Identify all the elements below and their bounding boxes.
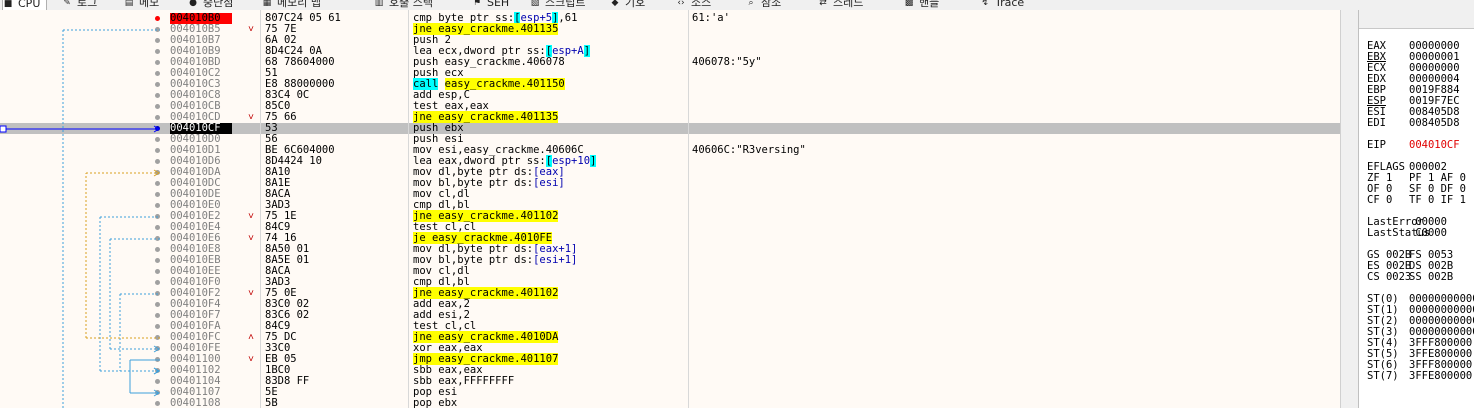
instruction-bytes: 5B [265,397,278,408]
instruction-address: 00401108 [170,397,221,408]
disassembly-scrollbar[interactable] [1340,10,1359,408]
register-row[interactable]: ST(7) 3FFE800000 [1367,371,1472,382]
jump-direction-icon: ˅ [248,233,255,244]
register-row[interactable]: EDI 008405D8 [1367,118,1460,129]
column-separator [688,10,689,408]
breakpoint-icon: ● [189,0,197,8]
tab-label: 기호 [625,0,646,9]
references-icon: ⌕ [748,0,754,8]
seh-icon: ⚑ [472,0,482,8]
register-value[interactable]: C0000 [1409,227,1447,239]
tab-source[interactable]: ‹› 소스 [676,0,711,10]
source-icon: ‹› [677,0,685,8]
symbols-icon: ◆ [611,0,619,8]
tab-log[interactable]: ✎ 로그 [62,0,97,10]
notes-icon: ▤ [124,0,134,8]
cpu-icon: ■ [3,0,13,9]
tab-label: 소스 [691,0,712,9]
tab-label: 로그 [77,0,98,9]
jump-direction-icon: ˅ [248,288,255,299]
tab-label: 메모리 맵 [277,0,321,9]
column-separator [260,10,261,408]
register-name: ST(7) [1367,370,1399,382]
tab-label: 메모 [139,0,160,9]
tab-seh[interactable]: ⚑ SEH [472,0,509,10]
instruction-comment: 61:'a' [692,12,730,24]
disasm-row[interactable]: 00401108 5B pop ebx [0,398,1340,408]
tab-label: 중단점 [203,0,234,9]
register-value[interactable]: TF 0 IF 1 [1409,194,1466,206]
register-row[interactable]: LastStatus C0000 [1367,228,1447,239]
instruction-mnemonic: pop ebx [413,397,458,408]
script-icon: ▧ [530,0,540,8]
register-row[interactable]: CF 0 TF 0 IF 1 [1367,195,1466,206]
jump-direction-icon: ˅ [248,211,255,222]
tab-label: 스크립트 [545,0,586,9]
tab-threads[interactable]: ⇄ 스레드 [818,0,863,10]
jump-direction-icon: ˅ [248,24,255,35]
tab-label: SEH [487,0,510,9]
jump-direction-icon: ˄ [248,332,255,343]
register-name: CF 0 [1367,194,1393,206]
registers-panel: EAX 00000000 EBX 00000001 ECX 00000000 EDX 0000… [1358,10,1474,408]
tab-label: 스레드 [833,0,864,9]
jump-direction-icon: ˅ [248,112,255,123]
register-value[interactable]: 004010CF [1409,139,1460,151]
tab-breakpoint[interactable]: ● 중단점 [188,0,233,10]
register-row[interactable]: EIP 004010CF [1367,140,1460,151]
tab-label: 호출 스택 [389,0,433,9]
tab-symbols[interactable]: ◆ 기호 [610,0,646,10]
column-separator [408,10,409,408]
register-name: EDI [1367,117,1386,129]
tab-memory-map[interactable]: ▦ 메모리 맵 [262,0,321,10]
register-name: CS 0023 [1367,271,1412,283]
tab-label: Trace [995,0,1025,9]
handles-icon: ▩ [904,0,914,8]
tab-script[interactable]: ▧ 스크립트 [530,0,586,10]
registers-header[interactable] [1359,10,1474,29]
tab-label: 핸들 [919,0,940,9]
trace-icon: ↯ [981,0,989,8]
tab-call-stack[interactable]: ▥ 호출 스택 [374,0,433,10]
instruction-comment: 40606C:"R3versing" [692,144,806,156]
tab-references[interactable]: ⌕ 참조 [746,0,781,10]
register-value[interactable]: 3FFE800000 [1409,370,1472,382]
register-row[interactable]: CS 0023SS 002B [1367,272,1453,283]
log-icon: ✎ [63,0,71,8]
tab-trace[interactable]: ↯ Trace [980,0,1024,10]
tab-handles[interactable]: ▩ 핸들 [904,0,940,10]
tab-notes[interactable]: ▤ 메모 [124,0,160,10]
register-value[interactable]: 008405D8 [1409,117,1460,129]
tab-label: 참조 [761,0,782,9]
memory-map-icon: ▦ [262,0,272,8]
threads-icon: ⇄ [819,0,827,8]
jump-direction-icon: ˅ [248,354,255,365]
jump-arrows [0,29,160,408]
register-name: EIP [1367,139,1386,151]
instruction-comment: 406078:"5y" [692,56,762,68]
register-name: LastStatus [1367,227,1431,239]
register-value[interactable]: SS 002B [1409,271,1453,283]
disassembly-view[interactable]: 004010B0 807C24 05 61 cmp byte ptr ss:[esp… [0,10,1340,408]
tab-label: CPU [18,0,41,10]
call-stack-icon: ▥ [374,0,384,8]
eip-marker-icon [0,125,7,133]
